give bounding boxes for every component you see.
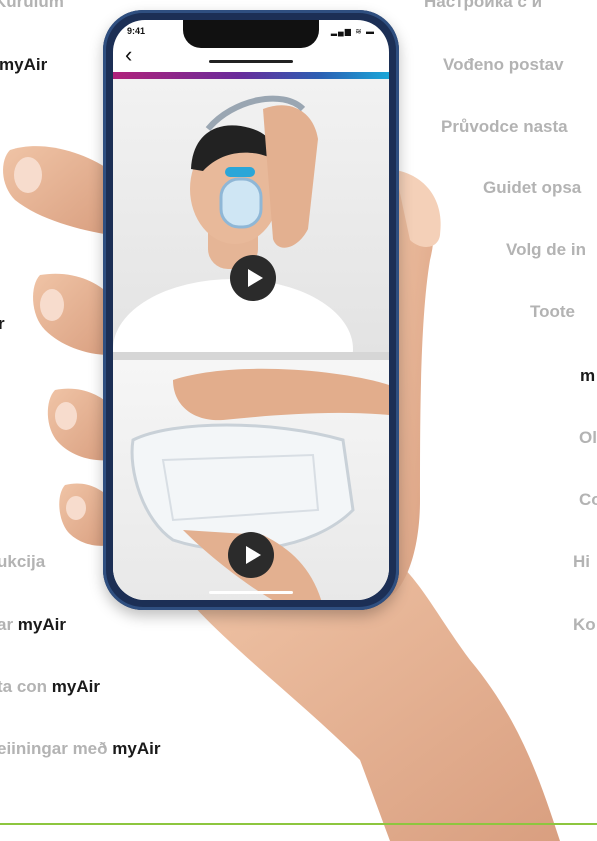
video-thumbnail-mask-parts[interactable] (113, 360, 389, 600)
man-with-mask-illustration (113, 95, 353, 352)
play-icon[interactable] (228, 532, 274, 578)
status-time: 9:41 (127, 26, 146, 36)
status-icons: ▂▄▆ ≋ ▬ (330, 27, 375, 36)
back-chevron-icon[interactable]: ‹ (125, 44, 132, 66)
gradient-accent-bar (113, 72, 389, 79)
header-title-placeholder (209, 60, 293, 63)
video-thumbnail-mask-fitting[interactable] (113, 79, 389, 352)
video-divider (113, 352, 389, 360)
home-indicator (209, 591, 293, 594)
phone-notch (183, 20, 319, 48)
green-divider-line (0, 823, 597, 825)
play-icon[interactable] (230, 255, 276, 301)
phone-screen: 9:41 ▂▄▆ ≋ ▬ ‹ (113, 20, 389, 600)
phone-device: 9:41 ▂▄▆ ≋ ▬ ‹ (103, 10, 399, 610)
